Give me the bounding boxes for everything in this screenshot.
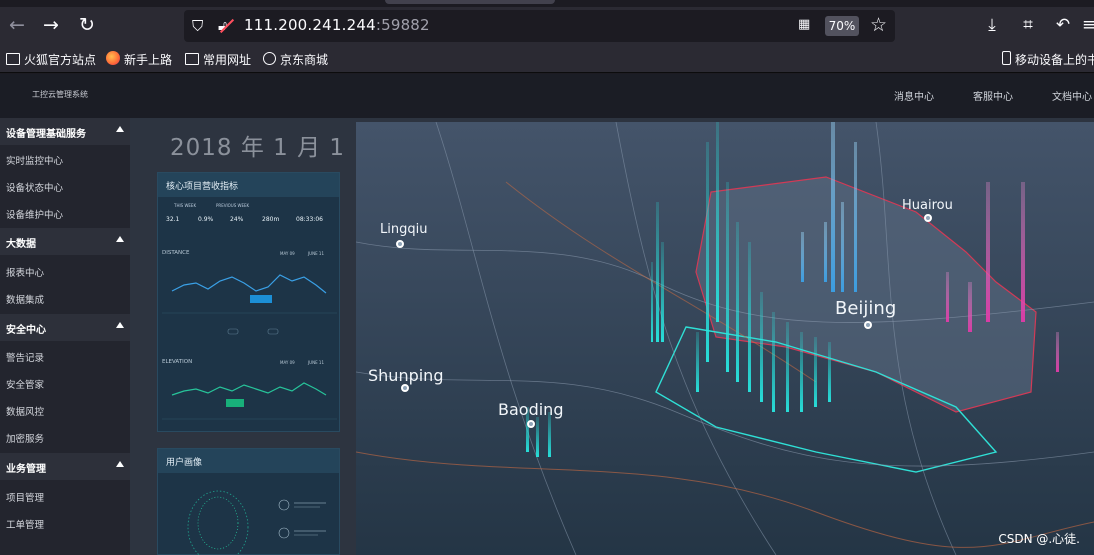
- elevation-date-start: MAY 09: [280, 360, 295, 365]
- url-text[interactable]: 111.200.241.244:59882: [244, 16, 430, 34]
- csdn-watermark: CSDN @.心徒.: [998, 532, 1080, 546]
- caret-up-icon: [116, 461, 124, 467]
- sidebar-item-device-maintenance[interactable]: 设备维护中心: [6, 207, 63, 221]
- menu-icon[interactable]: ≡: [1082, 14, 1094, 36]
- nav-docs-center[interactable]: 文档中心: [1052, 88, 1092, 103]
- distance-label: DISTANCE: [162, 250, 190, 256]
- kpi-panel: 核心项目营收指标 THIS WEEK PREVIOUS WEEK 32.1 0.…: [157, 172, 340, 432]
- download-icon[interactable]: ⤓: [981, 14, 1003, 36]
- sidebar-item-device-status[interactable]: 设备状态中心: [6, 180, 63, 194]
- sidebar-item-realtime-monitor[interactable]: 实时监控中心: [6, 153, 63, 167]
- zoom-level-badge[interactable]: 70%: [825, 16, 859, 36]
- city-marker-shunping[interactable]: [401, 384, 409, 392]
- folder-icon: [185, 53, 199, 65]
- elevation-line-chart: [162, 382, 337, 420]
- sidebar-item-data-integration[interactable]: 数据集成: [6, 292, 44, 306]
- browser-toolbar: ← → ↻ ⛉ 🔓︎ 111.200.241.244:59882 ▦ 70% ☆…: [0, 0, 1094, 46]
- sidebar-group-security[interactable]: 安全中心: [0, 314, 130, 341]
- city-marker-lingqiu[interactable]: [396, 240, 404, 248]
- qr-code-icon[interactable]: ▦: [798, 18, 812, 32]
- city-marker-huairou[interactable]: [924, 214, 932, 222]
- kpi-panel-header: 核心项目营收指标: [158, 173, 339, 197]
- city-label-shunping: Shunping: [368, 366, 444, 385]
- elevation-label: ELEVATION: [162, 359, 193, 365]
- back-arrow-icon[interactable]: ←: [6, 14, 28, 36]
- phone-icon: [1002, 51, 1011, 65]
- nav-message-center[interactable]: 消息中心: [894, 88, 934, 103]
- tab-this-week[interactable]: THIS WEEK: [174, 203, 196, 208]
- city-label-huairou: Huairou: [902, 198, 953, 213]
- undo-icon[interactable]: ↶: [1052, 14, 1074, 36]
- bookmark-firefox-official[interactable]: 火狐官方站点: [6, 51, 96, 69]
- kpi-stat-4: 280m: [262, 216, 280, 223]
- sidebar-item-projects[interactable]: 项目管理: [6, 490, 44, 504]
- nav-customer-service[interactable]: 客服中心: [973, 88, 1013, 103]
- city-label-baoding: Baoding: [498, 400, 564, 419]
- tab-strip: [0, 0, 1094, 7]
- user-portrait-panel: 用户画像: [157, 448, 340, 555]
- user-portrait-header: 用户画像: [158, 449, 339, 473]
- tab-previous-week[interactable]: PREVIOUS WEEK: [216, 203, 249, 208]
- 3d-data-map[interactable]: Lingqiu Huairou Beijing Shunping Baoding: [356, 122, 1094, 555]
- sidebar-item-security-butler[interactable]: 安全管家: [6, 377, 44, 391]
- bookmark-mobile[interactable]: 移动设备上的书: [1002, 51, 1094, 69]
- kpi-stat-5: 08:33:06: [296, 216, 323, 223]
- city-marker-baoding[interactable]: [527, 420, 535, 428]
- city-label-beijing: Beijing: [835, 298, 897, 319]
- map-graphic: [356, 122, 1094, 555]
- crop-icon[interactable]: ⌗: [1017, 14, 1039, 36]
- city-marker-beijing[interactable]: [864, 321, 872, 329]
- app-header: 工控云管理系统 消息中心 客服中心 文档中心: [0, 74, 1094, 118]
- kpi-stat-2: 0.9%: [198, 216, 214, 223]
- distance-line-chart: [162, 274, 337, 314]
- sidebar-group-bigdata[interactable]: 大数据: [0, 228, 130, 255]
- sidebar-item-risk-control[interactable]: 数据风控: [6, 404, 44, 418]
- forward-arrow-icon[interactable]: →: [40, 14, 62, 36]
- sidebar: 设备管理基础服务 实时监控中心 设备状态中心 设备维护中心 大数据 报表中心 数…: [0, 118, 130, 555]
- bookmark-jd-mall[interactable]: 京东商城: [263, 51, 328, 69]
- insecure-lock-icon[interactable]: 🔓︎: [218, 16, 235, 36]
- globe-icon: [263, 52, 276, 65]
- folder-icon: [6, 53, 20, 65]
- kpi-stat-3: 24%: [230, 216, 244, 223]
- sidebar-item-alerts[interactable]: 警告记录: [6, 350, 44, 364]
- city-label-lingqiu: Lingqiu: [380, 222, 428, 237]
- bookmark-star-icon[interactable]: ☆: [870, 14, 887, 36]
- elevation-date-end: JUNE 11: [308, 360, 324, 365]
- distance-date-end: JUNE 11: [308, 251, 324, 256]
- sidebar-item-reports[interactable]: 报表中心: [6, 265, 44, 279]
- caret-up-icon: [116, 126, 124, 132]
- firefox-icon: [106, 51, 120, 65]
- sidebar-group-device[interactable]: 设备管理基础服务: [0, 118, 130, 145]
- sidebar-item-encryption[interactable]: 加密服务: [6, 431, 44, 445]
- bookmarks-bar: 火狐官方站点 新手上路 常用网址 京东商城 移动设备上的书: [0, 46, 1094, 73]
- sidebar-group-business[interactable]: 业务管理: [0, 453, 130, 480]
- caret-up-icon: [116, 236, 124, 242]
- caret-up-icon: [116, 322, 124, 328]
- pagination-dots[interactable]: [188, 327, 298, 337]
- bookmark-getting-started[interactable]: 新手上路: [106, 51, 172, 69]
- dashboard-date: 2018 年 1 月 1 日: [170, 135, 378, 161]
- shield-icon[interactable]: ⛉: [192, 17, 208, 35]
- screen: ← → ↻ ⛉ 🔓︎ 111.200.241.244:59882 ▦ 70% ☆…: [0, 0, 1094, 555]
- kpi-stat-1: 32.1: [166, 216, 180, 223]
- app-title: 工控云管理系统: [32, 90, 88, 99]
- reload-icon[interactable]: ↻: [76, 14, 98, 36]
- bookmark-common-sites[interactable]: 常用网址: [185, 51, 251, 69]
- distance-date-start: MAY 09: [280, 251, 295, 256]
- url-bar[interactable]: ⛉ 🔓︎ 111.200.241.244:59882 ▦ 70% ☆: [184, 10, 895, 42]
- sidebar-item-work-orders[interactable]: 工单管理: [6, 517, 44, 531]
- active-tab[interactable]: [385, 0, 555, 4]
- face-wireframe-graphic: [187, 490, 326, 555]
